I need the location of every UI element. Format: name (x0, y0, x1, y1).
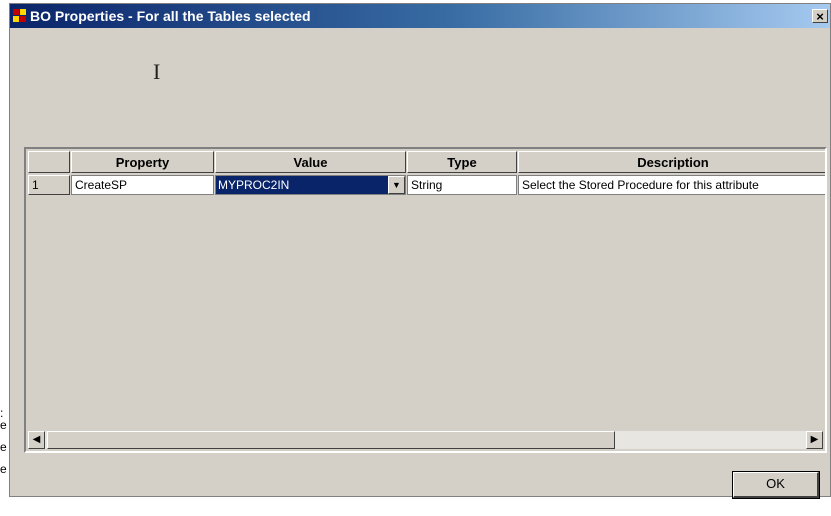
header-row-number (28, 151, 70, 173)
scrollbar-thumb[interactable] (47, 431, 615, 449)
value-cell[interactable]: MYPROC2IN ▼ (215, 175, 406, 195)
arrow-left-icon[interactable]: ◀ (28, 431, 45, 449)
close-button[interactable]: × (812, 9, 828, 23)
type-cell[interactable]: String (407, 175, 517, 195)
arrow-right-icon[interactable]: ▶ (806, 431, 823, 449)
description-cell[interactable]: Select the Stored Procedure for this att… (518, 175, 825, 195)
header-description[interactable]: Description (518, 151, 825, 173)
bo-properties-dialog: BO Properties - For all the Tables selec… (9, 3, 831, 499)
background-text-fragment: e (0, 440, 7, 454)
header-property[interactable]: Property (71, 151, 214, 173)
row-number-cell[interactable]: 1 (28, 175, 70, 195)
header-value[interactable]: Value (215, 151, 406, 173)
background-text-fragment: e (0, 462, 7, 476)
value-text: MYPROC2IN (218, 178, 290, 192)
properties-grid[interactable]: Property Value Type Description 1 Create… (24, 147, 827, 453)
property-cell[interactable]: CreateSP (71, 175, 214, 195)
chevron-down-icon[interactable]: ▼ (388, 176, 405, 194)
background-text-fragment: e (0, 418, 7, 432)
close-icon: × (816, 9, 824, 24)
ibeam-cursor-icon: I (153, 59, 161, 84)
horizontal-scrollbar[interactable]: ◀ ▶ (28, 431, 823, 449)
header-type[interactable]: Type (407, 151, 517, 173)
ok-button[interactable]: OK (732, 471, 820, 499)
title-bar[interactable]: BO Properties - For all the Tables selec… (10, 4, 830, 28)
app-icon (13, 9, 27, 23)
window-title: BO Properties - For all the Tables selec… (30, 8, 311, 24)
